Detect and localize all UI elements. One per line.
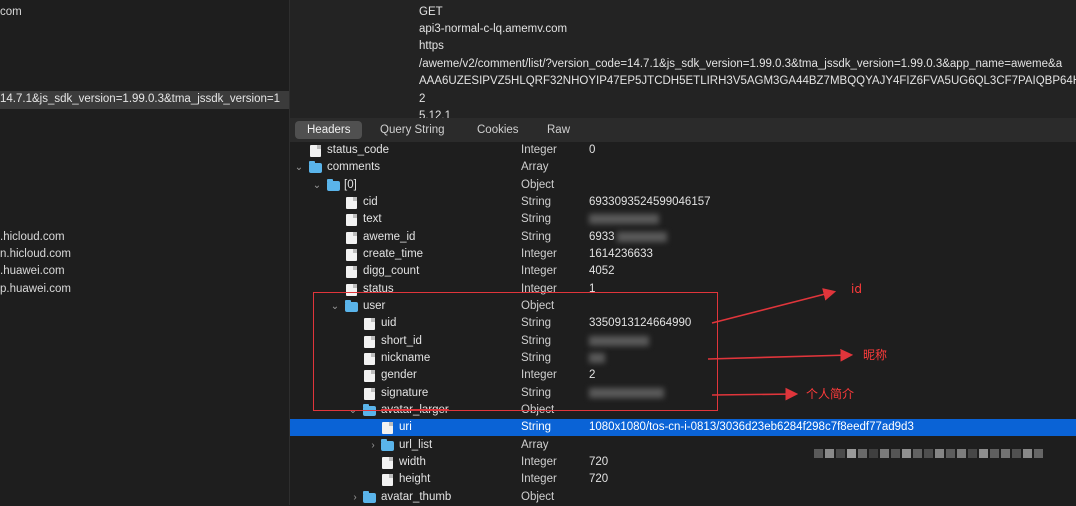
arrow-nickname — [707, 348, 854, 362]
annotation-label-signature: 个人简介 — [806, 387, 855, 401]
arrow-signature — [711, 387, 799, 401]
arrow-id — [711, 288, 837, 324]
annotation-label-id: id — [851, 282, 862, 296]
annotation-label-nickname: 昵称 — [863, 348, 888, 362]
redaction-mosaic — [813, 449, 1044, 473]
annotation-arrows — [707, 288, 854, 401]
